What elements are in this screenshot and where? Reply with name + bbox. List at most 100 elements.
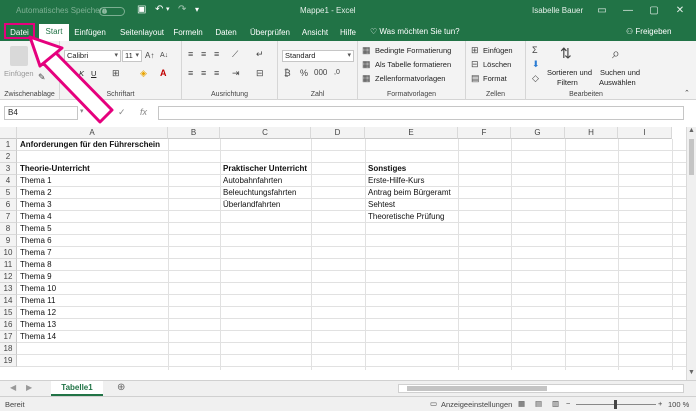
align-top-icon[interactable]: ≡ xyxy=(188,49,193,59)
grow-font-icon[interactable]: A↑ xyxy=(145,51,154,61)
format-painter-icon[interactable]: ✎ xyxy=(38,72,46,82)
vertical-scrollbar[interactable]: ▲ ▼ xyxy=(686,127,696,380)
find-select-icon[interactable]: ⌕ xyxy=(612,46,620,60)
row-header[interactable]: 6 xyxy=(0,199,17,211)
horizontal-scroll-thumb[interactable] xyxy=(407,386,547,391)
shrink-font-icon[interactable]: A↓ xyxy=(160,51,168,61)
cancel-icon[interactable]: ✕ xyxy=(96,107,104,118)
align-center-icon[interactable]: ≡ xyxy=(201,68,206,78)
display-settings-label[interactable]: Anzeigeeinstellungen xyxy=(441,400,512,409)
row-header[interactable]: 12 xyxy=(0,271,17,283)
column-header-c[interactable]: C xyxy=(220,127,311,139)
scroll-thumb[interactable] xyxy=(689,139,694,175)
align-middle-icon[interactable]: ≡ xyxy=(201,49,206,59)
tab-hilfe[interactable]: Hilfe xyxy=(336,25,360,41)
tell-me-search[interactable]: ♡ Was möchten Sie tun? xyxy=(370,27,460,36)
number-format-select[interactable]: Standard xyxy=(282,50,354,62)
tab-einfuegen[interactable]: Einfügen xyxy=(73,25,107,41)
row-header[interactable]: 11 xyxy=(0,259,17,271)
fill-icon[interactable]: ⬇ xyxy=(532,59,540,69)
zoom-level[interactable]: 100 % xyxy=(668,400,689,409)
borders-icon[interactable]: ⊞ xyxy=(112,68,120,78)
zoom-in-icon[interactable]: + xyxy=(658,399,662,408)
row-header[interactable]: 4 xyxy=(0,175,17,187)
ribbon-display-icon[interactable]: ▭ xyxy=(594,3,610,19)
merge-cells-icon[interactable]: ⊟ xyxy=(256,68,264,78)
thousands-icon[interactable]: 000 xyxy=(314,68,327,78)
row-header[interactable]: 13 xyxy=(0,283,17,295)
font-size-select[interactable]: 11 xyxy=(122,50,142,62)
select-all-corner[interactable] xyxy=(0,127,17,139)
tab-ansicht[interactable]: Ansicht xyxy=(298,25,332,41)
row-header[interactable]: 8 xyxy=(0,223,17,235)
align-left-icon[interactable]: ≡ xyxy=(188,68,193,78)
row-header[interactable]: 18 xyxy=(0,343,17,355)
wrap-text-icon[interactable]: ↵ xyxy=(256,49,264,59)
insert-cells-button[interactable]: Einfügen xyxy=(483,46,513,55)
row-header[interactable]: 15 xyxy=(0,307,17,319)
underline-button[interactable]: U xyxy=(91,69,96,78)
normal-view-icon[interactable]: ▦ xyxy=(518,399,525,408)
share-button[interactable]: ⚇ Freigeben xyxy=(626,27,671,36)
column-header-i[interactable]: I xyxy=(618,127,672,139)
insert-function-icon[interactable]: fx xyxy=(140,107,147,117)
tab-daten[interactable]: Daten xyxy=(212,25,240,41)
column-header-e[interactable]: E xyxy=(365,127,458,139)
indent-icon[interactable]: ⇥ xyxy=(232,68,240,78)
row-header[interactable]: 9 xyxy=(0,235,17,247)
row-header[interactable]: 10 xyxy=(0,247,17,259)
clear-icon[interactable]: ◇ xyxy=(532,73,539,83)
row-header[interactable]: 19 xyxy=(0,355,17,367)
format-as-table-button[interactable]: Als Tabelle formatieren xyxy=(375,60,451,69)
column-header-f[interactable]: F xyxy=(458,127,511,139)
cut-icon[interactable]: ✂ xyxy=(38,45,46,55)
user-name[interactable]: Isabelle Bauer xyxy=(532,6,583,15)
autosave-toggle[interactable] xyxy=(99,7,125,16)
delete-cells-button[interactable]: Löschen xyxy=(483,60,511,69)
fill-color-icon[interactable]: ◈ xyxy=(140,68,147,78)
cell-styles-button[interactable]: Zellenformatvorlagen xyxy=(375,74,445,83)
row-header[interactable]: 1 xyxy=(0,139,17,151)
row-header[interactable]: 5 xyxy=(0,187,17,199)
find-select-label-1[interactable]: Suchen und xyxy=(600,68,640,77)
column-header-g[interactable]: G xyxy=(511,127,565,139)
sort-filter-icon[interactable]: ⇅ xyxy=(560,46,572,60)
customize-quick-access-icon[interactable]: ▾ xyxy=(195,4,199,16)
zoom-out-icon[interactable]: − xyxy=(566,399,570,408)
align-bottom-icon[interactable]: ≡ xyxy=(214,49,219,59)
sheet-prev-icon[interactable]: ◀ xyxy=(10,383,16,392)
tab-start[interactable]: Start xyxy=(39,24,69,41)
font-color-icon[interactable]: A xyxy=(160,68,167,78)
format-cells-button[interactable]: Format xyxy=(483,74,507,83)
zoom-slider-thumb[interactable] xyxy=(614,400,617,409)
collapse-ribbon-icon[interactable]: ⌃ xyxy=(684,89,690,99)
redo-icon[interactable]: ↷ xyxy=(178,4,186,16)
percent-icon[interactable]: % xyxy=(300,68,308,78)
currency-icon[interactable]: ₿ xyxy=(284,68,291,78)
paste-button[interactable]: Einfügen xyxy=(4,69,34,78)
name-box[interactable]: B4 xyxy=(4,106,78,120)
bold-button[interactable]: F xyxy=(66,69,71,78)
close-icon[interactable]: ✕ xyxy=(672,3,688,19)
column-header-h[interactable]: H xyxy=(565,127,618,139)
add-sheet-icon[interactable]: ⊕ xyxy=(117,382,125,393)
maximize-icon[interactable]: ▢ xyxy=(646,3,662,19)
align-right-icon[interactable]: ≡ xyxy=(214,68,219,78)
orientation-icon[interactable]: ⟋ xyxy=(232,49,238,59)
sort-filter-label-2[interactable]: Filtern xyxy=(557,78,578,87)
decimal-icon[interactable]: ,0 xyxy=(334,68,340,78)
font-name-select[interactable]: Calibri xyxy=(64,50,121,62)
conditional-formatting-button[interactable]: Bedingte Formatierung xyxy=(375,46,451,55)
paste-icon[interactable] xyxy=(10,46,28,66)
scroll-up-icon[interactable]: ▲ xyxy=(688,127,695,134)
minimize-icon[interactable]: — xyxy=(620,3,636,19)
row-header[interactable]: 17 xyxy=(0,331,17,343)
sort-filter-label-1[interactable]: Sortieren und xyxy=(547,68,592,77)
row-header[interactable]: 14 xyxy=(0,295,17,307)
save-icon[interactable]: ▣ xyxy=(137,4,146,16)
tab-datei[interactable]: Datei xyxy=(4,23,35,39)
formula-input[interactable] xyxy=(158,106,684,120)
row-header[interactable]: 7 xyxy=(0,211,17,223)
page-layout-view-icon[interactable]: ▤ xyxy=(535,399,542,408)
enter-icon[interactable]: ✓ xyxy=(118,107,126,118)
